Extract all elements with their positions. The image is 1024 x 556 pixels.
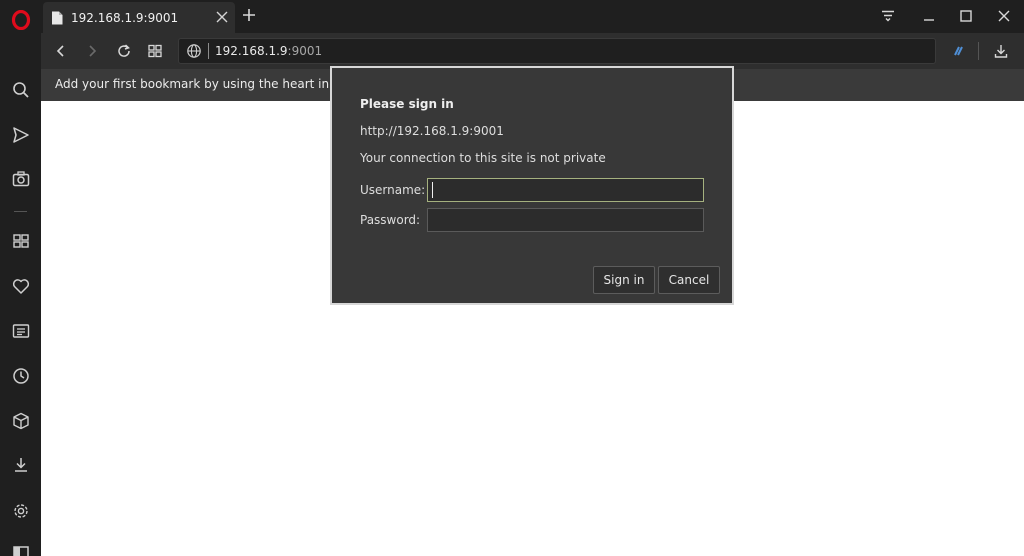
dialog-url: http://192.168.1.9:9001: [360, 124, 504, 138]
tab-active[interactable]: 192.168.1.9:9001: [43, 2, 235, 33]
camera-icon[interactable]: [0, 164, 41, 194]
sidebar-toggle-icon[interactable]: [0, 538, 41, 556]
tab-grid-icon[interactable]: [145, 41, 165, 61]
cancel-button[interactable]: Cancel: [658, 266, 720, 294]
settings-icon[interactable]: [0, 496, 41, 526]
dialog-warning: Your connection to this site is not priv…: [360, 151, 606, 165]
forward-icon[interactable]: [82, 41, 102, 61]
password-field[interactable]: [427, 208, 704, 232]
sidebar-divider: [14, 211, 27, 212]
username-label: Username:: [360, 183, 426, 197]
back-icon[interactable]: [51, 41, 71, 61]
text-caret: [432, 182, 433, 198]
download-icon[interactable]: [991, 41, 1011, 61]
opera-sidebar: [0, 0, 41, 556]
document-icon: [52, 11, 63, 24]
tab-title: 192.168.1.9:9001: [71, 10, 179, 25]
sign-in-button[interactable]: Sign in: [593, 266, 655, 294]
heart-icon[interactable]: [0, 271, 41, 301]
send-icon[interactable]: [0, 120, 41, 150]
dialog-title: Please sign in: [360, 97, 454, 111]
tab-strip: 192.168.1.9:9001: [41, 0, 1024, 33]
window-close-icon[interactable]: [996, 8, 1012, 24]
cube-icon[interactable]: [0, 406, 41, 436]
minimize-icon[interactable]: [921, 8, 937, 24]
address-bar[interactable]: 192.168.1.9:9001: [178, 38, 936, 64]
username-field[interactable]: [427, 178, 704, 202]
speed-dial-icon[interactable]: [0, 226, 41, 256]
vpn-icon[interactable]: [949, 41, 969, 61]
url-separator: [208, 43, 209, 59]
bookmarks-hint: Add your first bookmark by using the hea…: [55, 77, 353, 91]
url-port: :9001: [287, 44, 323, 58]
tab-menu-icon[interactable]: [880, 8, 896, 24]
history-icon[interactable]: [0, 361, 41, 391]
password-label: Password:: [360, 213, 421, 227]
close-icon[interactable]: [215, 10, 229, 24]
sign-in-dialog: Please sign in http://192.168.1.9:9001 Y…: [330, 66, 734, 305]
maximize-icon[interactable]: [958, 8, 974, 24]
search-icon[interactable]: [0, 75, 41, 105]
new-tab-button[interactable]: [241, 7, 257, 23]
address-toolbar: 192.168.1.9:9001: [41, 33, 1024, 69]
news-icon[interactable]: [0, 316, 41, 346]
globe-icon: [187, 44, 201, 58]
download-icon[interactable]: [0, 450, 41, 480]
url-text: 192.168.1.9:9001: [215, 44, 322, 58]
opera-logo-icon[interactable]: [0, 5, 41, 35]
toolbar-separator: [978, 42, 979, 60]
reload-icon[interactable]: [114, 41, 134, 61]
url-host: 192.168.1.9: [215, 44, 288, 58]
